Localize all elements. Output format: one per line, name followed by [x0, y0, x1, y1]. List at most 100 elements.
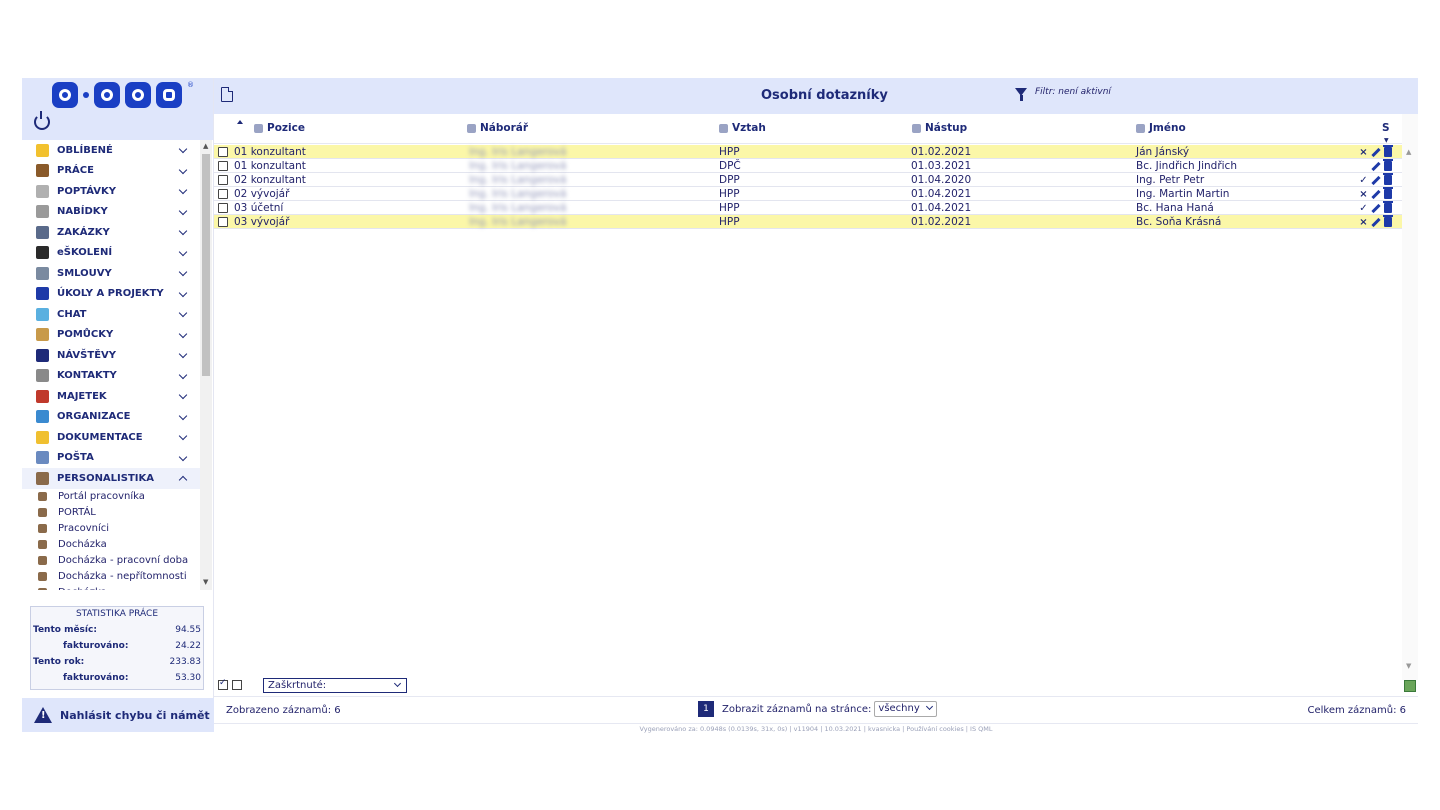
row-checkbox[interactable]	[218, 147, 228, 157]
chevron-down-icon	[178, 288, 188, 297]
chevron-down-icon	[178, 452, 188, 461]
sidebar-item[interactable]: POŠTA	[22, 448, 200, 469]
table-row[interactable]: 02 vývojář Ing. Iris Langerová HPP 01.04.20…	[214, 187, 1402, 201]
sidebar-item-label: NÁVŠTĚVY	[57, 349, 117, 361]
stat-label: fakturováno:	[63, 673, 129, 683]
menu-icon	[36, 307, 49, 321]
menu-icon	[36, 430, 49, 444]
row-checkbox[interactable]	[218, 203, 228, 213]
column-header-naborar[interactable]: Náborář	[467, 122, 528, 134]
delete-icon[interactable]	[1383, 145, 1393, 157]
sidebar-subitem[interactable]: PORTÁL	[22, 505, 200, 521]
sidebar-item[interactable]: ORGANIZACE	[22, 407, 200, 428]
scroll-thumb[interactable]	[202, 154, 210, 376]
column-header-pozice[interactable]: Pozice	[254, 122, 305, 134]
table-row[interactable]: 03 vývojář Ing. Iris Langerová HPP 01.02.20…	[214, 215, 1402, 229]
select-all-checkbox[interactable]	[218, 678, 228, 690]
table-scrollbar[interactable]: ▲ ▼	[1402, 114, 1418, 680]
sidebar-subitem[interactable]: Docházka - nepřítomnosti	[22, 569, 200, 585]
sidebar-subitem[interactable]: Portál pracovníka	[22, 489, 200, 505]
sidebar-item[interactable]: NABÍDKY	[22, 202, 200, 223]
column-header-status[interactable]: S	[1382, 122, 1390, 134]
excel-export-icon[interactable]	[1404, 680, 1416, 692]
edit-icon[interactable]	[1371, 147, 1381, 157]
scroll-down-icon[interactable]: ▼	[203, 578, 208, 586]
delete-icon[interactable]	[1383, 215, 1393, 227]
tools-icon	[254, 123, 263, 133]
sidebar-item[interactable]: eŠKOLENÍ	[22, 243, 200, 264]
edit-icon[interactable]	[1371, 161, 1381, 171]
sidebar-item[interactable]: KONTAKTY	[22, 366, 200, 387]
sidebar-subitem[interactable]: Docházka - pracovní doba	[22, 553, 200, 569]
edit-icon[interactable]	[1371, 175, 1381, 185]
sidebar-item[interactable]: SMLOUVY	[22, 263, 200, 284]
report-bug-button[interactable]: Nahlásit chybu či námět	[22, 698, 214, 732]
edit-icon[interactable]	[1371, 217, 1381, 227]
row-checkbox[interactable]	[218, 161, 228, 171]
sidebar-subitem[interactable]: Docházka - ...	[22, 585, 200, 590]
table-row[interactable]: 01 konzultant Ing. Iris Langerová HPP 01.02…	[214, 145, 1402, 159]
filter-status: Filtr: není aktivní	[1035, 87, 1111, 97]
sidebar-item[interactable]: ZAKÁZKY	[22, 222, 200, 243]
sidebar-item[interactable]: POPTÁVKY	[22, 181, 200, 202]
chevron-down-icon	[178, 185, 188, 195]
row-checkbox[interactable]	[218, 189, 228, 199]
sidebar-item[interactable]: NÁVŠTĚVY	[22, 345, 200, 366]
table-row[interactable]: 01 konzultant Ing. Iris Langerová DPČ 01.03…	[214, 159, 1402, 173]
filter-button[interactable]: Filtr: není aktivní	[1015, 87, 1111, 101]
edit-icon[interactable]	[1371, 189, 1381, 199]
column-header-vztah[interactable]: Vztah	[719, 122, 766, 134]
edit-icon[interactable]	[1371, 203, 1381, 213]
power-icon[interactable]	[34, 111, 50, 130]
new-document-icon[interactable]	[221, 87, 233, 102]
sidebar-item[interactable]: CHAT	[22, 304, 200, 325]
scroll-up-icon[interactable]: ▲	[1406, 148, 1411, 156]
sidebar-item-label: ÚKOLY A PROJEKTY	[57, 288, 164, 300]
sidebar-subitem[interactable]: Docházka	[22, 537, 200, 553]
sidebar-subitem-label: Docházka - nepřítomnosti	[58, 571, 187, 582]
chevron-down-icon	[178, 247, 188, 256]
cell-pozice: 02 vývojář	[234, 188, 290, 200]
sidebar-scrollbar[interactable]: ▲ ▼	[200, 140, 212, 590]
total-count: Celkem záznamů: 6	[1307, 705, 1406, 716]
sidebar-subitem[interactable]: Pracovníci	[22, 521, 200, 537]
sidebar-item[interactable]: PERSONALISTIKA	[22, 468, 200, 489]
personnel-icon	[38, 572, 47, 581]
sidebar-item[interactable]: DOKUMENTACE	[22, 427, 200, 448]
delete-icon[interactable]	[1383, 187, 1393, 199]
sidebar-item[interactable]: MAJETEK	[22, 386, 200, 407]
sidebar-item[interactable]: OBLÍBENÉ	[22, 140, 200, 161]
sidebar-item[interactable]: POMŮCKY	[22, 325, 200, 346]
sidebar-item[interactable]: ÚKOLY A PROJEKTY	[22, 284, 200, 305]
column-header-jmeno[interactable]: Jméno	[1136, 122, 1186, 134]
delete-icon[interactable]	[1383, 201, 1393, 213]
table-row[interactable]: 02 konzultant Ing. Iris Langerová DPP 01.04…	[214, 173, 1402, 187]
sidebar-item[interactable]: PRÁCE	[22, 161, 200, 182]
delete-icon[interactable]	[1383, 159, 1393, 171]
scroll-down-icon[interactable]: ▼	[1406, 662, 1411, 670]
per-page-select[interactable]: všechny	[874, 701, 937, 717]
column-header-nastup[interactable]: Nástup	[912, 122, 967, 134]
cell-naborar: Ing. Iris Langerová	[469, 188, 567, 200]
personnel-icon	[38, 588, 47, 590]
bulk-action-select[interactable]: Zaškrtnuté:	[263, 678, 407, 693]
cell-jmeno: Ing. Martin Martin	[1136, 188, 1230, 200]
row-checkbox[interactable]	[218, 217, 228, 227]
qcom-logo[interactable]: ®	[52, 81, 194, 108]
sort-down-icon[interactable]: ▼	[1384, 137, 1389, 144]
personnel-icon	[38, 492, 47, 501]
sort-up-icon[interactable]	[237, 120, 243, 124]
deselect-all-checkbox[interactable]	[232, 680, 242, 690]
page-button[interactable]: 1	[698, 701, 714, 717]
menu-icon	[36, 266, 49, 280]
sidebar-item-label: NABÍDKY	[57, 206, 108, 218]
scroll-up-icon[interactable]: ▲	[203, 142, 208, 150]
delete-icon[interactable]	[1383, 173, 1393, 185]
chevron-down-icon	[178, 206, 188, 215]
stat-label: Tento měsíc:	[33, 625, 97, 635]
row-checkbox[interactable]	[218, 175, 228, 185]
cell-nastup: 01.02.2021	[911, 146, 972, 158]
personnel-icon	[38, 556, 47, 565]
table-row[interactable]: 03 účetní Ing. Iris Langerová HPP 01.04.202…	[214, 201, 1402, 215]
cell-nastup: 01.04.2021	[911, 188, 972, 200]
